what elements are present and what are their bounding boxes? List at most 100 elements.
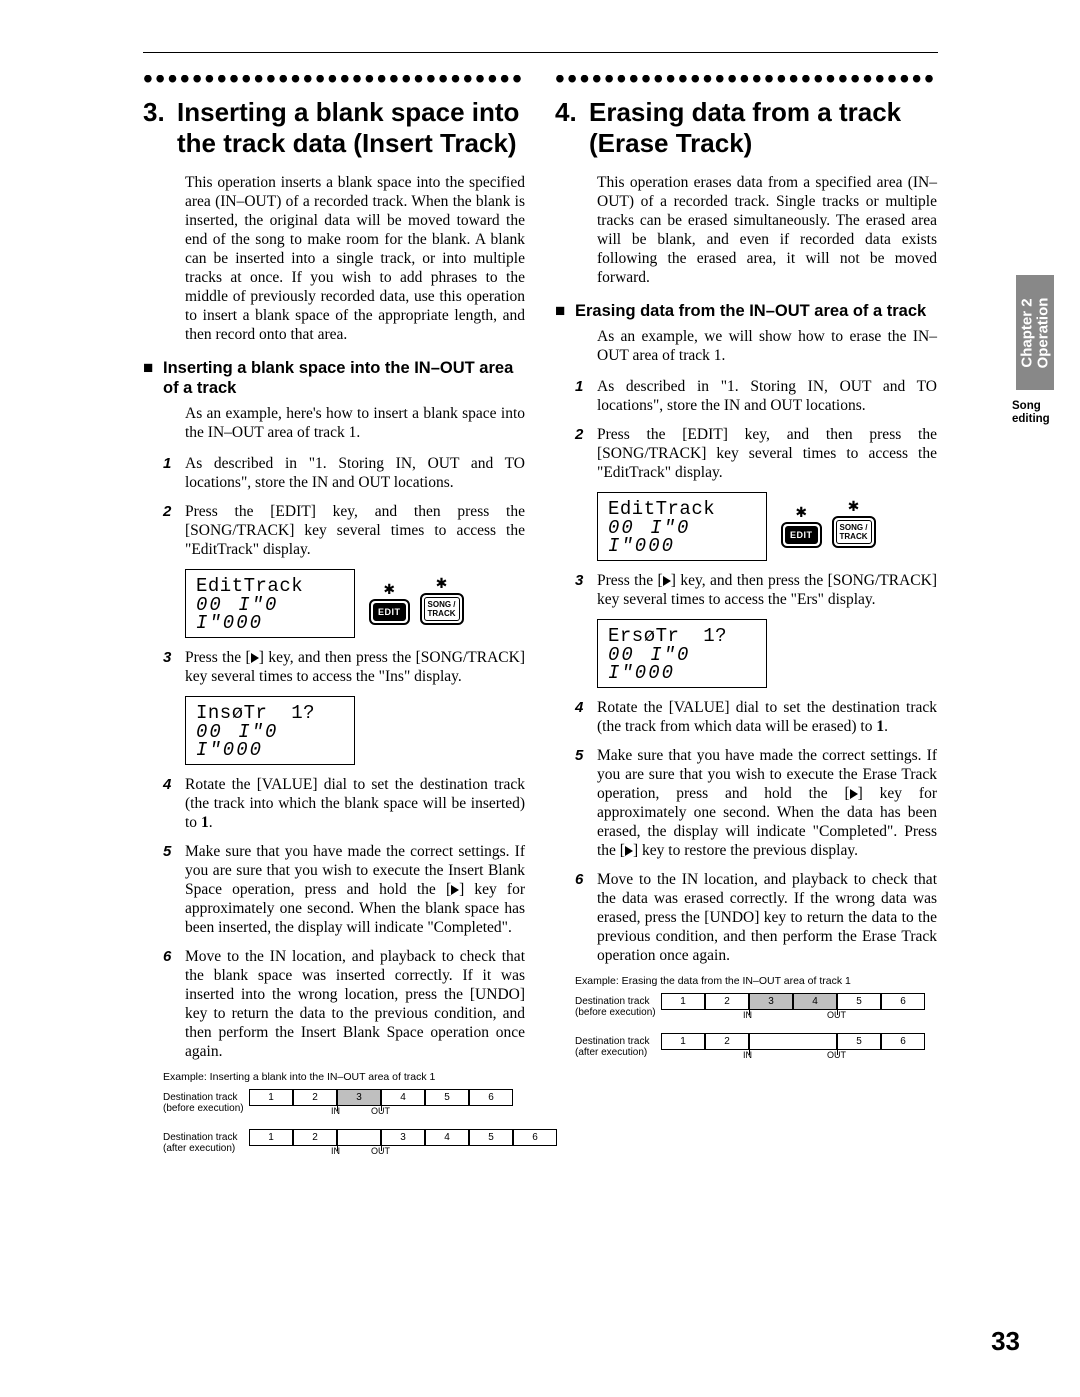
edit-key-icon: EDIT	[369, 599, 410, 625]
steps-list-cont2: Rotate the [VALUE] dial to set the desti…	[143, 775, 525, 1061]
section-number: 3.	[143, 97, 177, 159]
square-bullet-icon: ■	[143, 358, 163, 398]
step-4: Rotate the [VALUE] dial to set the desti…	[555, 698, 937, 736]
button-hints: ✱ EDIT ✱ SONG / TRACK	[781, 503, 876, 550]
track-bar-before: 1 2 3 4 5 6 IN OUT	[661, 993, 921, 1027]
subsection-heading: ■ Erasing data from the IN–OUT area of a…	[555, 301, 937, 321]
row-label: Destination track (after execution)	[575, 1033, 661, 1058]
subsection-intro: As an example, here's how to insert a bl…	[185, 404, 525, 442]
lcd-display: ErsøTr 1? 00 I"0 I"000	[597, 619, 767, 688]
out-marker: OUT	[827, 1050, 846, 1060]
out-marker: OUT	[371, 1146, 390, 1156]
in-marker: IN	[743, 1010, 752, 1020]
lcd-line-2: 00 I"0 I"000	[196, 723, 344, 759]
section-3-intro: This operation inserts a blank space int…	[185, 173, 525, 344]
subsection-title: Inserting a blank space into the IN–OUT …	[163, 358, 525, 398]
step-5: Make sure that you have made the correct…	[143, 842, 525, 937]
in-marker: IN	[331, 1146, 340, 1156]
lcd-row: EditTrack 00 I"0 I"000 ✱ EDIT ✱ SONG / T…	[185, 569, 525, 638]
segment: 4	[425, 1129, 469, 1146]
section-title: Inserting a blank space into the track d…	[177, 97, 525, 159]
subsection-intro: As an example, we will show how to erase…	[597, 327, 937, 365]
step-2: Press the [EDIT] key, and then press the…	[143, 502, 525, 559]
lcd-line-2: 00 I"0 I"000	[608, 519, 756, 555]
section-number: 4.	[555, 97, 589, 159]
song-track-key-icon: SONG / TRACK	[832, 516, 876, 548]
example-caption: Example: Erasing the data from the IN–OU…	[575, 975, 937, 987]
subsection-heading: ■ Inserting a blank space into the IN–OU…	[143, 358, 525, 398]
segment: 3	[749, 993, 793, 1010]
lcd-line-2: 00 I"0 I"000	[196, 596, 344, 632]
steps-list: As described in "1. Storing IN, OUT and …	[143, 454, 525, 559]
row-label: Destination track (before execution)	[163, 1089, 249, 1114]
subsection-title: Erasing data from the IN–OUT area of a t…	[575, 301, 937, 321]
steps-list: As described in "1. Storing IN, OUT and …	[555, 377, 937, 482]
segment: 4	[793, 993, 837, 1010]
play-icon	[850, 789, 858, 799]
dot-leader: ••••••••••••••••••••••••••••••••	[555, 75, 937, 89]
track-bar-after: 1 2 5 6 IN OUT	[661, 1033, 921, 1067]
lcd-line-1: InsøTr 1?	[196, 703, 344, 723]
side-label: Song editing	[1012, 400, 1050, 426]
square-bullet-icon: ■	[555, 301, 575, 321]
segment-blank	[749, 1033, 837, 1050]
insert-diagram: Destination track (before execution) 1 2…	[163, 1089, 525, 1167]
step-3: Press the [] key, and then press the [SO…	[143, 648, 525, 686]
segment: 1	[661, 1033, 705, 1050]
segment: 2	[293, 1089, 337, 1106]
section-3-heading: 3. Inserting a blank space into the trac…	[143, 97, 525, 159]
star-icon: ✱	[832, 503, 876, 513]
button-hints: ✱ EDIT ✱ SONG / TRACK	[369, 580, 464, 627]
step-6: Move to the IN location, and playback to…	[143, 947, 525, 1061]
step-1: As described in "1. Storing IN, OUT and …	[555, 377, 937, 415]
erase-diagram: Destination track (before execution) 1 2…	[575, 993, 937, 1071]
segment: 5	[837, 993, 881, 1010]
lcd-line-1: EditTrack	[196, 576, 344, 596]
step-1: As described in "1. Storing IN, OUT and …	[143, 454, 525, 492]
step-2: Press the [EDIT] key, and then press the…	[555, 425, 937, 482]
segment: 1	[661, 993, 705, 1010]
section-4-heading: 4. Erasing data from a track (Erase Trac…	[555, 97, 937, 159]
section-title: Erasing data from a track (Erase Track)	[589, 97, 937, 159]
chapter-tab-line1: Chapter 2	[1018, 298, 1035, 367]
segment: 6	[881, 1033, 925, 1050]
example-caption: Example: Inserting a blank into the IN–O…	[163, 1071, 525, 1083]
track-bar-before: 1 2 3 4 5 6 IN OUT	[249, 1089, 509, 1123]
play-icon	[451, 885, 459, 895]
lcd-row: InsøTr 1? 00 I"0 I"000	[185, 696, 525, 765]
segment: 3	[337, 1089, 381, 1106]
star-icon: ✱	[420, 580, 464, 590]
step-6: Move to the IN location, and playback to…	[555, 870, 937, 965]
chapter-tab-line2: Operation	[1034, 297, 1051, 368]
page-number: 33	[991, 1326, 1020, 1357]
segment: 5	[469, 1129, 513, 1146]
step-4: Rotate the [VALUE] dial to set the desti…	[143, 775, 525, 832]
top-rule	[143, 52, 938, 53]
row-label: Destination track (before execution)	[575, 993, 661, 1018]
out-marker: OUT	[371, 1106, 390, 1116]
play-icon	[625, 846, 633, 856]
out-marker: OUT	[827, 1010, 846, 1020]
play-icon	[663, 576, 671, 586]
segment: 1	[249, 1089, 293, 1106]
segment: 5	[837, 1033, 881, 1050]
segment: 4	[381, 1089, 425, 1106]
steps-list-cont2: Rotate the [VALUE] dial to set the desti…	[555, 698, 937, 965]
lcd-display: EditTrack 00 I"0 I"000	[597, 492, 767, 561]
in-marker: IN	[743, 1050, 752, 1060]
track-bar-after: 1 2 3 4 5 6 IN OUT	[249, 1129, 509, 1163]
segment: 6	[513, 1129, 557, 1146]
song-track-key-icon: SONG / TRACK	[420, 593, 464, 625]
steps-list-cont: Press the [] key, and then press the [SO…	[143, 648, 525, 686]
star-icon: ✱	[369, 586, 410, 596]
segment: 1	[249, 1129, 293, 1146]
segment: 6	[469, 1089, 513, 1106]
lcd-row: EditTrack 00 I"0 I"000 ✱ EDIT ✱ SONG / T…	[597, 492, 937, 561]
segment: 2	[705, 1033, 749, 1050]
dot-leader: ••••••••••••••••••••••••••••••••	[143, 75, 525, 89]
row-label: Destination track (after execution)	[163, 1129, 249, 1154]
edit-key-icon: EDIT	[781, 522, 822, 548]
chapter-tab: Chapter 2 Operation	[1016, 275, 1054, 390]
steps-list-cont: Press the [] key, and then press the [SO…	[555, 571, 937, 609]
lcd-line-1: ErsøTr 1?	[608, 626, 756, 646]
